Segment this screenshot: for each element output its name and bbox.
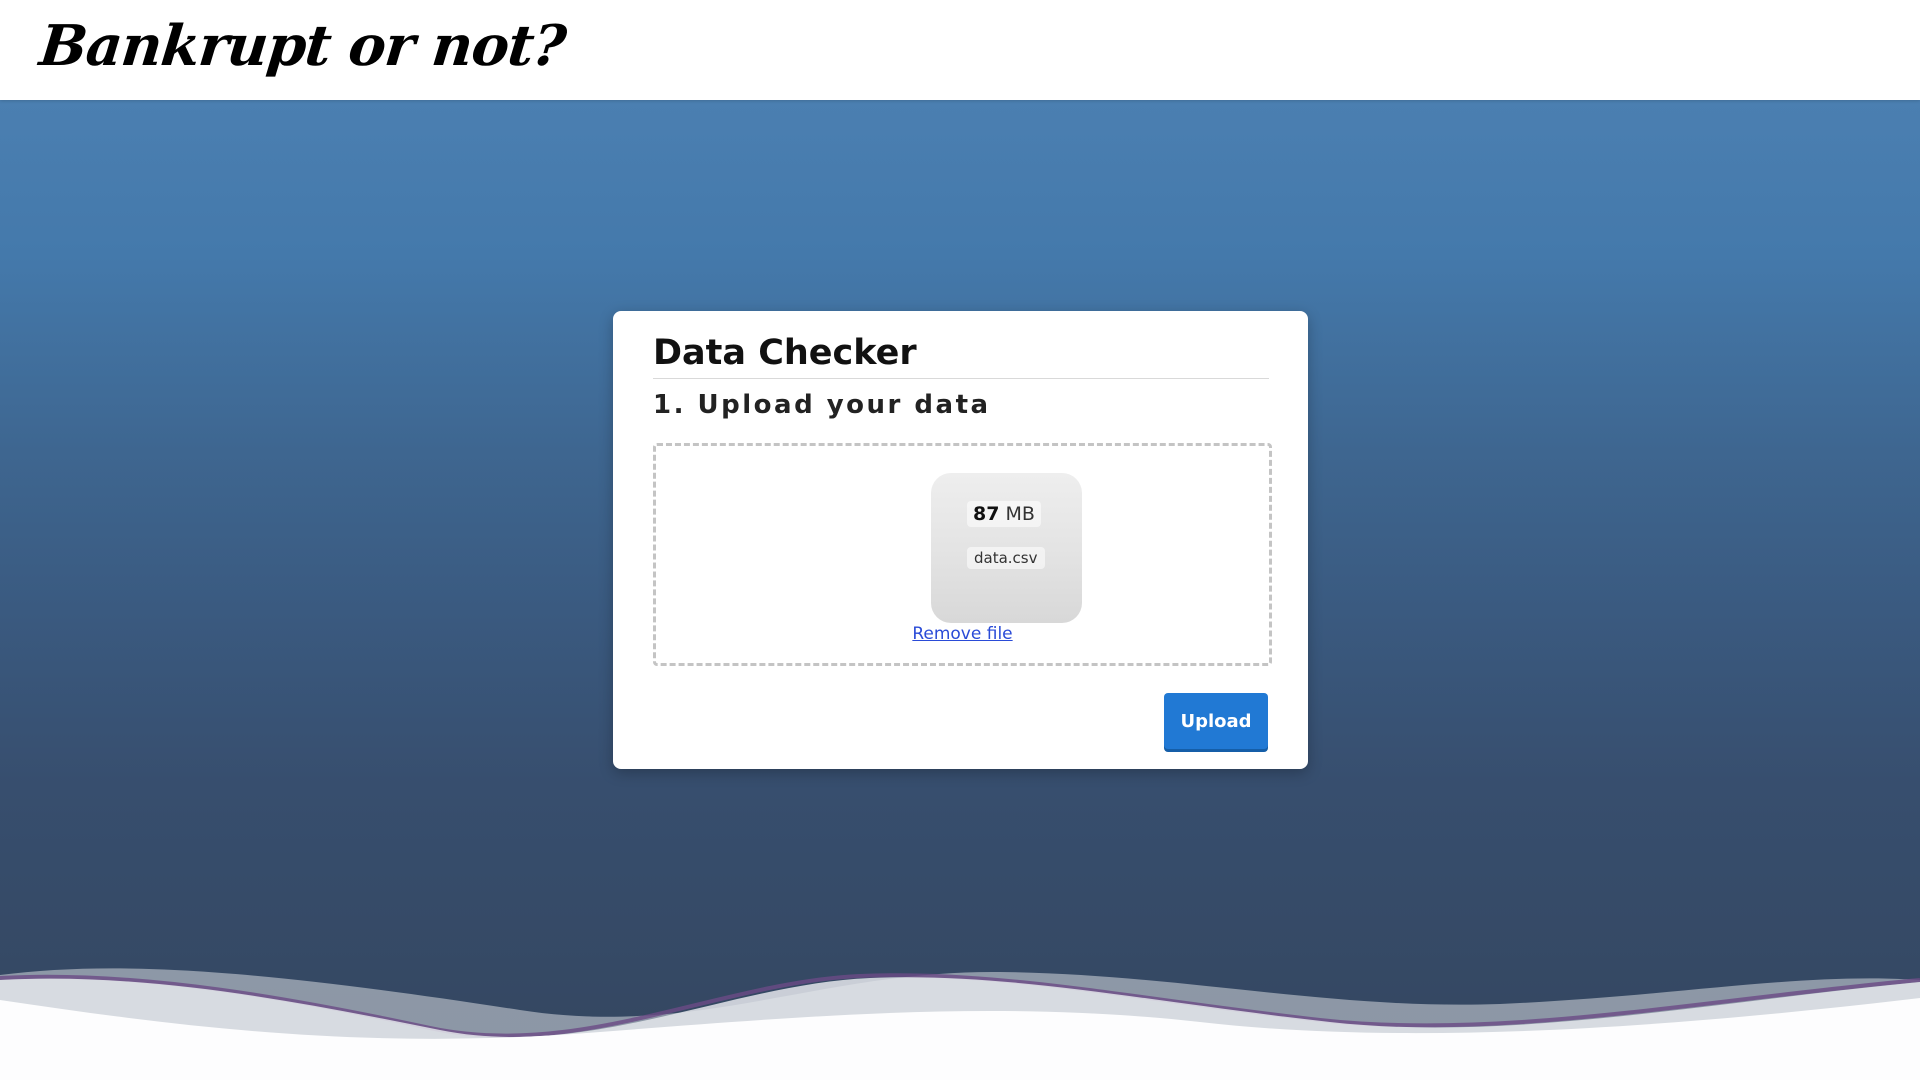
brand-logo-text[interactable]: Bankrupt or not? — [36, 6, 569, 86]
card-title: Data Checker — [653, 333, 917, 373]
remove-file-link[interactable]: Remove file — [656, 624, 1269, 644]
title-divider — [653, 378, 1269, 379]
wave-decoration — [0, 968, 1920, 1080]
file-name-badge: data.csv — [967, 547, 1045, 569]
file-size-value: 87 — [973, 503, 1000, 525]
upload-button[interactable]: Upload — [1164, 693, 1268, 749]
file-size-unit: MB — [1005, 503, 1035, 525]
file-dropzone[interactable]: 87 MB data.csv Remove file — [653, 443, 1272, 666]
step-title: 1. Upload your data — [653, 390, 991, 420]
top-header: Bankrupt or not? — [0, 0, 1920, 100]
file-preview-tile: 87 MB data.csv — [931, 473, 1082, 623]
file-size-badge: 87 MB — [967, 501, 1041, 527]
data-checker-card: Data Checker 1. Upload your data 87 MB d… — [613, 311, 1308, 769]
